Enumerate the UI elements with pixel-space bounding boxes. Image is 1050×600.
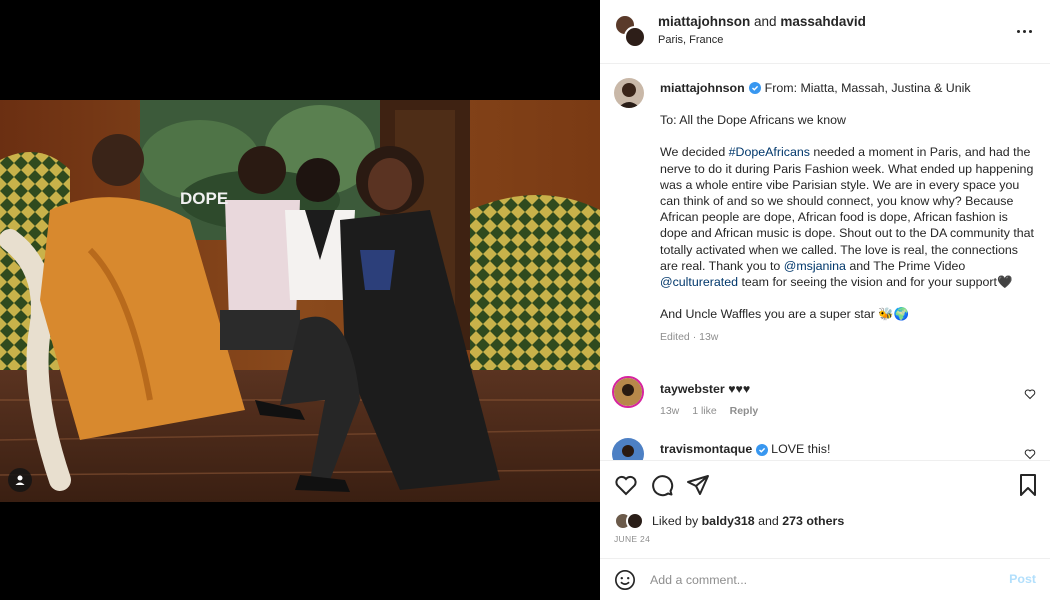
emoji-icon[interactable]	[614, 569, 636, 591]
heart-icon[interactable]	[614, 473, 638, 497]
post-photo[interactable]: DOPE	[0, 100, 600, 502]
author-username-2[interactable]: massahdavid	[780, 14, 866, 29]
author-conj: and	[754, 14, 777, 29]
post-comment-button[interactable]: Post	[1009, 572, 1036, 586]
likes-text[interactable]: Liked by baldy318 and 273 others	[652, 514, 844, 528]
post-header: miattajohnson and massahdavid Paris, Fra…	[600, 0, 1050, 64]
comment-username[interactable]: taywebster	[660, 382, 725, 396]
caption-text: needed a moment in Paris, and had the ne…	[660, 145, 1034, 273]
caption-from-line: From: Miatta, Massah, Justina & Unik	[764, 81, 971, 95]
avatar[interactable]	[612, 376, 644, 408]
caption-username[interactable]: miattajohnson	[660, 80, 745, 96]
liker-avatars[interactable]	[614, 512, 650, 530]
caption-text: team for seeing the vision and for your …	[738, 275, 1013, 290]
comments-area[interactable]: miattajohnson From: Miatta, Massah, Just…	[600, 64, 1050, 460]
bookmark-icon[interactable]	[1016, 473, 1040, 497]
comment-username[interactable]: travismontaque	[660, 442, 752, 456]
likes-prefix: Liked by	[652, 514, 699, 528]
liker-username[interactable]: baldy318	[702, 514, 755, 528]
avatar	[626, 512, 644, 530]
author-username-1[interactable]: miattajohnson	[658, 14, 750, 29]
post-author-line: miattajohnson and massahdavid	[658, 14, 866, 29]
caption-edited-meta: Edited · 13w	[660, 331, 719, 344]
caption-paragraph-2: And Uncle Waffles you are a super star 🐝…	[660, 307, 910, 322]
comment-heart-icon[interactable]	[1024, 388, 1036, 400]
comment-age: 13w	[660, 405, 680, 417]
collab-avatars[interactable]	[614, 14, 646, 48]
media-pane: DOPE	[0, 0, 600, 600]
more-icon[interactable]	[1012, 22, 1036, 40]
avatar[interactable]	[612, 438, 644, 460]
user-tag-icon[interactable]	[8, 468, 32, 492]
post-photo-illustration: DOPE	[0, 100, 600, 502]
comment-text: LOVE this!	[771, 442, 831, 456]
hashtag-link[interactable]: #DopeAfricans	[729, 145, 810, 159]
caption-to-line: To: All the Dope Africans we know	[660, 113, 846, 128]
caption-text: and The Prime Video	[845, 258, 966, 273]
comment-input[interactable]	[650, 569, 980, 591]
post-date: JUNE 24	[614, 534, 651, 544]
avatar	[624, 26, 646, 48]
caption: miattajohnson From: Miatta, Massah, Just…	[660, 80, 1038, 346]
comment-heart-icon[interactable]	[1024, 448, 1036, 460]
comment-text: ♥♥♥	[728, 382, 751, 396]
share-icon[interactable]	[686, 473, 710, 497]
avatar[interactable]	[614, 78, 644, 108]
reply-button[interactable]: Reply	[730, 405, 759, 417]
photo-overlay-text: DOPE	[180, 189, 228, 208]
mention-link[interactable]: @culturerated	[660, 275, 738, 289]
post-sidebar: miattajohnson and massahdavid Paris, Fra…	[600, 0, 1050, 600]
likes-summary: Liked by baldy318 and 273 others	[614, 510, 1034, 532]
caption-text: We decided	[660, 145, 729, 160]
action-bar	[600, 460, 1050, 506]
post-location[interactable]: Paris, France	[658, 34, 723, 46]
verified-badge-icon	[748, 82, 761, 95]
caption-header: miattajohnson From: Miatta, Massah, Just…	[660, 80, 1038, 96]
likes-others[interactable]: 273 others	[782, 514, 844, 528]
mention-link[interactable]: @msjanina	[784, 259, 846, 273]
caption-paragraph: We decided #DopeAfricans needed a moment…	[660, 144, 1038, 290]
comment-likes[interactable]: 1 like	[692, 405, 717, 417]
verified-badge-icon	[755, 444, 768, 456]
comment-icon[interactable]	[650, 473, 674, 497]
add-comment-bar: Post	[600, 558, 1050, 600]
likes-mid: and	[758, 514, 779, 528]
